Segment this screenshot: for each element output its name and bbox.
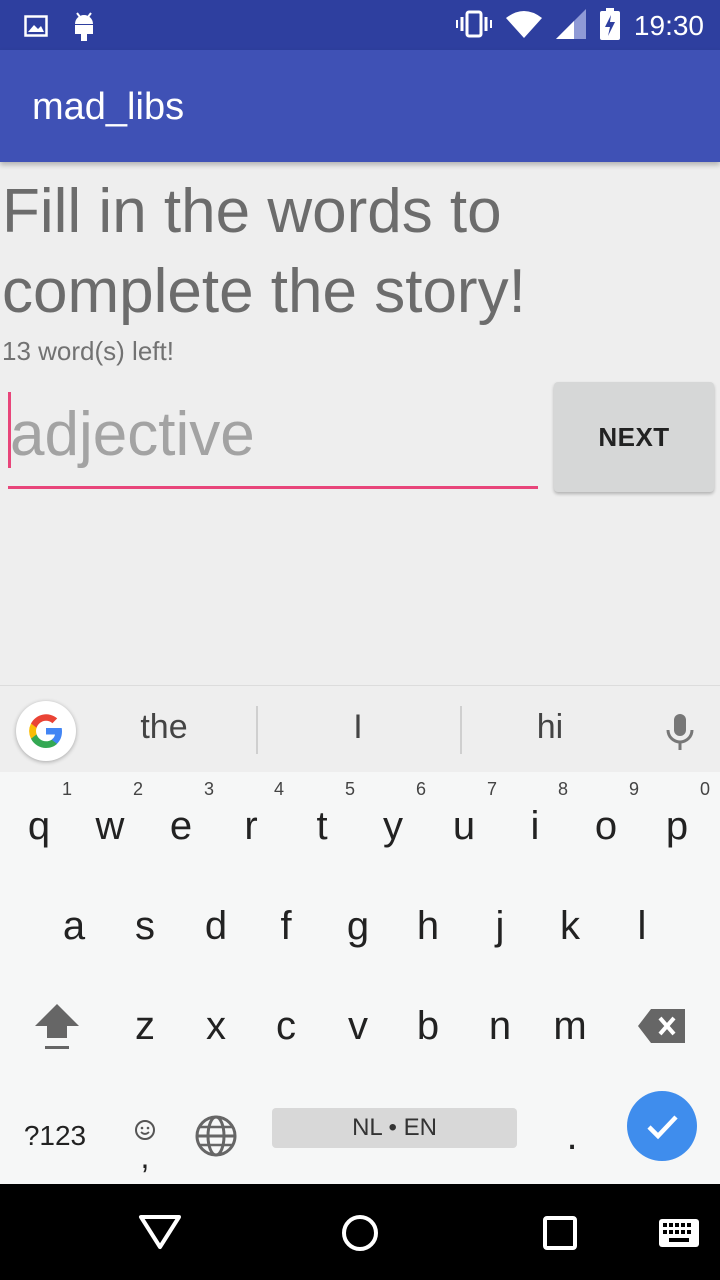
word-input-container (8, 384, 538, 490)
language-key[interactable] (181, 1091, 251, 1181)
battery-charging-icon (599, 8, 620, 44)
key-c[interactable]: c (251, 981, 321, 1071)
symbols-key[interactable]: ?123 (20, 1091, 90, 1181)
key-y[interactable]: y6 (358, 779, 428, 871)
key-o[interactable]: o9 (571, 779, 641, 871)
suggestion-divider (256, 706, 258, 754)
back-icon (139, 1215, 181, 1249)
vibrate-icon (455, 9, 492, 43)
key-h[interactable]: h (393, 881, 463, 971)
key-n[interactable]: n (465, 981, 535, 1071)
backspace-key[interactable] (627, 981, 697, 1071)
text-cursor (8, 392, 11, 468)
suggestion-3[interactable]: hi (470, 708, 630, 747)
recents-button[interactable] (542, 1215, 578, 1255)
key-u[interactable]: u7 (429, 779, 499, 871)
app-bar: mad_libs (0, 50, 720, 162)
key-j[interactable]: j (465, 881, 535, 971)
instructions-heading: Fill in the words to complete the story! (2, 177, 526, 326)
key-a[interactable]: a (39, 881, 109, 971)
keyboard-switch-button[interactable] (658, 1218, 700, 1252)
soft-keyboard: the I hi q1 w2 e3 r4 t5 y6 u7 i8 o9 p0 a… (0, 685, 720, 1185)
status-right: 19:30 (455, 8, 704, 44)
key-g[interactable]: g (323, 881, 393, 971)
words-left-counter: 13 word(s) left! (2, 336, 174, 366)
key-row-2: a s d f g h j k l (0, 881, 720, 981)
key-row-1: q1 w2 e3 r4 t5 y6 u7 i8 o9 p0 (0, 779, 720, 881)
app-title: mad_libs (32, 86, 185, 128)
key-q[interactable]: q1 (4, 779, 74, 871)
key-p[interactable]: p0 (642, 779, 712, 871)
android-icon (72, 10, 96, 46)
key-r[interactable]: r4 (216, 779, 286, 871)
key-f[interactable]: f (251, 881, 321, 971)
home-icon (342, 1215, 378, 1251)
key-w[interactable]: w2 (75, 779, 145, 871)
suggestion-strip: the I hi (0, 686, 720, 772)
status-left (24, 10, 96, 46)
suggestion-2[interactable]: I (278, 708, 438, 747)
key-d[interactable]: d (181, 881, 251, 971)
google-icon (29, 714, 62, 748)
recents-icon (543, 1216, 577, 1250)
key-e[interactable]: e3 (146, 779, 216, 871)
image-icon (24, 15, 48, 41)
backspace-icon (638, 1009, 685, 1043)
suggestion-divider (460, 706, 462, 754)
status-bar: 19:30 (0, 0, 720, 50)
comma-emoji-key[interactable]: , (110, 1091, 180, 1181)
home-button[interactable] (340, 1213, 380, 1257)
key-i[interactable]: i8 (500, 779, 570, 871)
suggestion-1[interactable]: the (84, 708, 244, 747)
signal-icon (555, 9, 586, 43)
checkmark-icon (647, 1115, 678, 1140)
shift-icon (35, 1004, 79, 1049)
clock: 19:30 (633, 10, 704, 41)
shift-key[interactable] (22, 981, 92, 1071)
next-button[interactable]: NEXT (554, 382, 714, 492)
key-z[interactable]: z (110, 981, 180, 1071)
microphone-icon[interactable] (660, 712, 700, 756)
word-input[interactable] (8, 384, 538, 484)
wifi-icon (505, 10, 542, 42)
input-underline (8, 486, 538, 489)
period-key[interactable]: . (537, 1091, 607, 1181)
key-row-3: z x c v b n m (0, 981, 720, 1081)
navigation-bar (0, 1184, 720, 1280)
key-k[interactable]: k (535, 881, 605, 971)
key-x[interactable]: x (181, 981, 251, 1071)
enter-key[interactable] (627, 1091, 697, 1161)
key-m[interactable]: m (535, 981, 605, 1071)
space-bar[interactable]: NL • EN (272, 1108, 517, 1148)
key-s[interactable]: s (110, 881, 180, 971)
google-button[interactable] (16, 701, 76, 761)
key-row-4: ?123 , NL • EN . (0, 1088, 720, 1188)
globe-icon (195, 1115, 237, 1157)
key-l[interactable]: l (607, 881, 677, 971)
key-v[interactable]: v (323, 981, 393, 1071)
keyboard-icon (659, 1219, 699, 1247)
back-button[interactable] (138, 1214, 182, 1254)
key-b[interactable]: b (393, 981, 463, 1071)
key-t[interactable]: t5 (287, 779, 357, 871)
